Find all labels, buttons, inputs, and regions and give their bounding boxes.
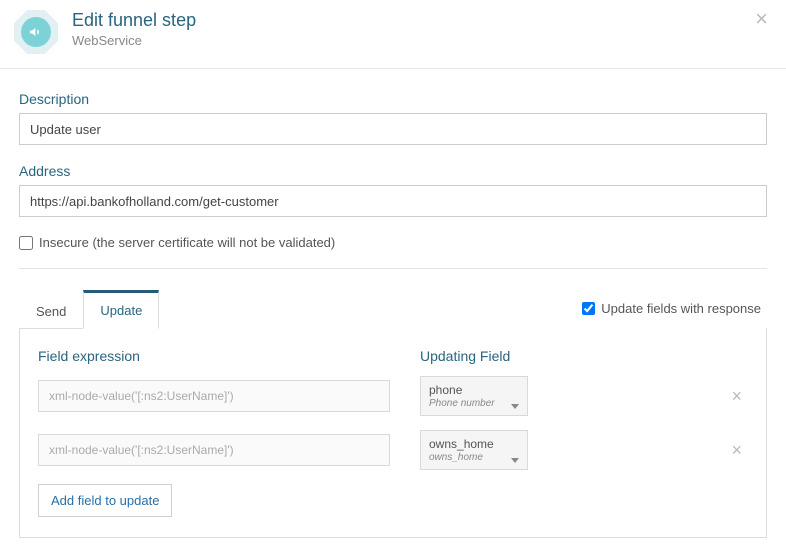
modal-content: Description Address Insecure (the server… (0, 69, 786, 548)
insecure-label: Insecure (the server certificate will no… (39, 235, 335, 250)
update-panel: Field expression Updating Field phone Ph… (19, 328, 767, 538)
modal-title: Edit funnel step (72, 10, 196, 31)
updating-field-select[interactable]: owns_home owns_home (420, 430, 528, 470)
select-value: owns_home (429, 437, 519, 451)
description-label: Description (19, 91, 767, 107)
update-response-row[interactable]: Update fields with response (582, 301, 761, 316)
update-response-label: Update fields with response (601, 301, 761, 316)
add-field-button[interactable]: Add field to update (38, 484, 172, 517)
field-row: phone Phone number × (38, 376, 748, 416)
select-value: phone (429, 383, 519, 397)
col-expression-header: Field expression (38, 348, 420, 364)
select-subvalue: Phone number (429, 398, 519, 409)
header-titles: Edit funnel step WebService (72, 10, 196, 48)
modal-subtitle: WebService (72, 33, 196, 48)
tabs-row: Send Update Update fields with response (19, 269, 767, 328)
remove-row-icon[interactable]: × (725, 386, 748, 407)
close-icon[interactable]: × (755, 8, 768, 30)
tab-send[interactable]: Send (19, 293, 83, 329)
megaphone-icon (21, 17, 51, 47)
tab-update[interactable]: Update (83, 290, 159, 329)
insecure-row: Insecure (the server certificate will no… (19, 235, 767, 250)
chevron-down-icon (511, 458, 519, 463)
address-label: Address (19, 163, 767, 179)
col-updating-field-header: Updating Field (420, 348, 510, 364)
updating-field-select[interactable]: phone Phone number (420, 376, 528, 416)
update-response-checkbox[interactable] (582, 302, 595, 315)
select-subvalue: owns_home (429, 452, 519, 463)
description-input[interactable] (19, 113, 767, 145)
field-expression-input[interactable] (38, 380, 390, 412)
field-row: owns_home owns_home × (38, 430, 748, 470)
address-group: Address (19, 163, 767, 217)
description-group: Description (19, 91, 767, 145)
chevron-down-icon (511, 404, 519, 409)
insecure-checkbox[interactable] (19, 236, 33, 250)
remove-row-icon[interactable]: × (725, 440, 748, 461)
address-input[interactable] (19, 185, 767, 217)
modal-header: Edit funnel step WebService × (0, 0, 786, 69)
header-icon-badge (14, 10, 58, 54)
field-expression-input[interactable] (38, 434, 390, 466)
tabs: Send Update (19, 289, 159, 329)
columns-header: Field expression Updating Field (38, 348, 748, 364)
